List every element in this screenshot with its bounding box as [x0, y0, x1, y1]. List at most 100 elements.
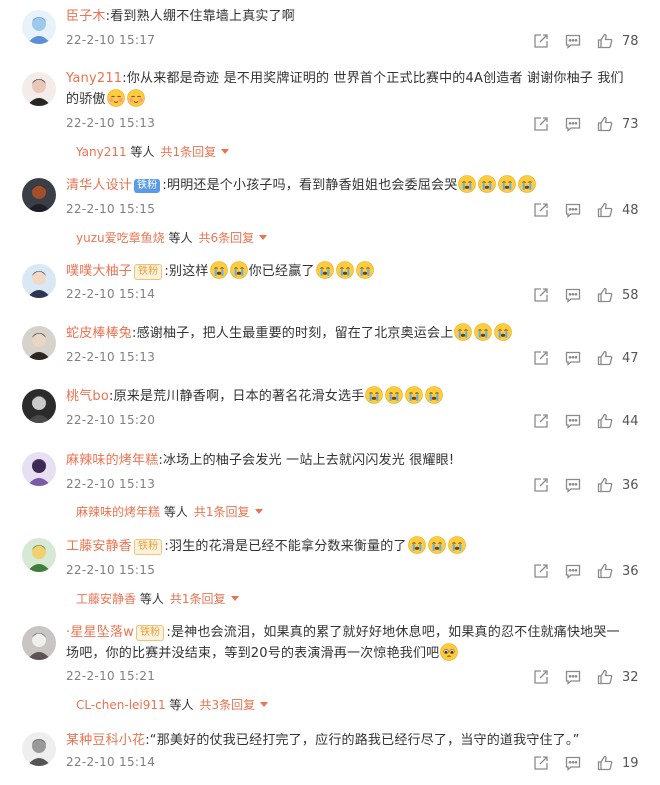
avatar[interactable] — [22, 452, 56, 486]
avatar[interactable] — [22, 10, 56, 44]
comment-time: 22-2-10 15:14 — [66, 755, 156, 769]
comment-text: :看到熟人绷不住靠墙上真实了啊 — [105, 9, 295, 24]
reply-caret-icon[interactable] — [259, 235, 268, 240]
avatar[interactable] — [22, 626, 56, 660]
reply-others-label: 等人 — [130, 145, 155, 159]
comment-username[interactable]: 工藤安静香 — [66, 539, 132, 554]
comment-actions: 48 — [518, 201, 640, 219]
like-count: 19 — [622, 755, 639, 771]
like-icon[interactable] — [596, 668, 614, 686]
cry-emoji-icon — [355, 261, 374, 279]
comment-body: 噗噗大柚子 铁粉:别这样 你已经赢了 — [66, 261, 630, 282]
cry-emoji-icon — [454, 323, 473, 341]
reply-username[interactable]: Yany211 — [76, 145, 127, 159]
comment-username[interactable]: 清华人设计 — [66, 178, 132, 193]
reply-caret-icon[interactable] — [221, 149, 230, 154]
reply-caret-icon[interactable] — [260, 702, 269, 707]
reply-username[interactable]: 麻辣味的烤年糕 — [76, 505, 160, 519]
reply-others-label: 等人 — [169, 698, 194, 712]
reply-others-label: 等人 — [139, 592, 164, 606]
reply-count-button[interactable]: 共1条回复 — [161, 145, 217, 159]
cry-emoji-icon — [209, 261, 228, 279]
avatar[interactable] — [22, 732, 56, 766]
reply-count-button[interactable]: 共1条回复 — [170, 592, 226, 606]
avatar[interactable] — [22, 538, 56, 572]
cry-emoji-icon — [407, 536, 426, 554]
reply-username[interactable]: yuzu爱吃章鱼烧 — [76, 231, 165, 245]
like-icon[interactable] — [596, 476, 614, 494]
comment-icon[interactable] — [564, 754, 582, 772]
share-icon[interactable] — [532, 412, 550, 430]
comment-text: :原来是荒川静香啊，日本的著名花滑女选手 — [109, 389, 365, 404]
reply-username[interactable]: 工藤安静香 — [76, 592, 136, 606]
comment-icon[interactable] — [564, 476, 582, 494]
cry-emoji-icon — [474, 323, 493, 341]
reply-summary: 工藤安静香 等人 共1条回复 — [76, 590, 239, 607]
like-count: 78 — [622, 33, 639, 49]
avatar[interactable] — [22, 326, 56, 360]
share-icon[interactable] — [532, 349, 550, 367]
comment-text: :明明还是个小孩子吗，看到静香姐姐也会委屈会哭 — [162, 178, 458, 193]
blush-emoji-icon — [106, 89, 125, 107]
comment-body: 臣子木:看到熟人绷不住靠墙上真实了啊 — [66, 6, 630, 27]
share-icon[interactable] — [532, 286, 550, 304]
avatar[interactable] — [22, 178, 56, 212]
like-icon[interactable] — [596, 32, 614, 50]
share-icon[interactable] — [532, 476, 550, 494]
comment-icon[interactable] — [564, 115, 582, 133]
share-icon[interactable] — [532, 754, 550, 772]
share-icon[interactable] — [532, 201, 550, 219]
reply-username[interactable]: CL-chen-lei911 — [76, 698, 166, 712]
comment-icon[interactable] — [564, 668, 582, 686]
fan-badge: 铁粉 — [134, 264, 163, 280]
like-icon[interactable] — [596, 562, 614, 580]
comment-icon[interactable] — [564, 412, 582, 430]
comment-actions: 32 — [518, 668, 640, 686]
reply-summary: yuzu爱吃章鱼烧 等人 共6条回复 — [76, 229, 268, 246]
reply-count-button[interactable]: 共3条回复 — [200, 698, 256, 712]
fan-badge: 铁粉 — [134, 539, 163, 555]
share-icon[interactable] — [532, 562, 550, 580]
avatar[interactable] — [22, 264, 56, 298]
comment-icon[interactable] — [564, 349, 582, 367]
like-icon[interactable] — [596, 286, 614, 304]
comment-username[interactable]: 某种豆科小花 — [66, 733, 145, 748]
share-icon[interactable] — [532, 32, 550, 50]
comment-username[interactable]: 蛇皮棒棒兔 — [66, 326, 132, 341]
comment-body: Yany211:你从来都是奇迹 是不用奖牌证明的 世界首个正式比赛中的4A创造者… — [66, 68, 630, 110]
comment-username[interactable]: 噗噗大柚子 — [66, 264, 132, 279]
share-icon[interactable] — [532, 115, 550, 133]
comment-icon[interactable] — [564, 286, 582, 304]
avatar[interactable] — [22, 72, 56, 106]
comment-body: 工藤安静香 铁粉:羽生的花滑是已经不能拿分数来衡量的了 — [66, 536, 630, 557]
comment-text: :羽生的花滑是已经不能拿分数来衡量的了 — [164, 539, 407, 554]
reply-caret-icon[interactable] — [230, 596, 239, 601]
like-count: 48 — [622, 202, 639, 218]
avatar[interactable] — [22, 389, 56, 423]
fan-badge: 铁粉 — [134, 179, 161, 193]
comment-icon[interactable] — [564, 201, 582, 219]
cry-emoji-icon — [425, 386, 444, 404]
comment-username[interactable]: 麻辣味的烤年糕 — [66, 453, 158, 468]
like-icon[interactable] — [596, 412, 614, 430]
reply-others-label: 等人 — [168, 231, 193, 245]
like-icon[interactable] — [596, 115, 614, 133]
comment-username[interactable]: ·星星坠落w — [66, 625, 134, 640]
comment-icon[interactable] — [564, 32, 582, 50]
comment-text: :冰场上的柚子会发光 一站上去就闪闪发光 很耀眼! — [158, 453, 455, 468]
reply-count-button[interactable]: 共1条回复 — [194, 505, 250, 519]
comment-time: 22-2-10 15:13 — [66, 477, 156, 491]
comment-username[interactable]: 臣子木 — [66, 9, 106, 24]
share-icon[interactable] — [532, 668, 550, 686]
comment-username[interactable]: Yany211 — [66, 71, 122, 86]
like-count: 36 — [622, 477, 639, 493]
reply-caret-icon[interactable] — [254, 509, 263, 514]
comment-icon[interactable] — [564, 562, 582, 580]
plead-emoji-icon — [440, 643, 459, 661]
reply-summary: 麻辣味的烤年糕 等人 共1条回复 — [76, 503, 263, 520]
like-icon[interactable] — [596, 201, 614, 219]
like-icon[interactable] — [596, 754, 614, 772]
like-icon[interactable] — [596, 349, 614, 367]
reply-count-button[interactable]: 共6条回复 — [198, 231, 254, 245]
comment-username[interactable]: 桃气bo — [66, 389, 109, 404]
